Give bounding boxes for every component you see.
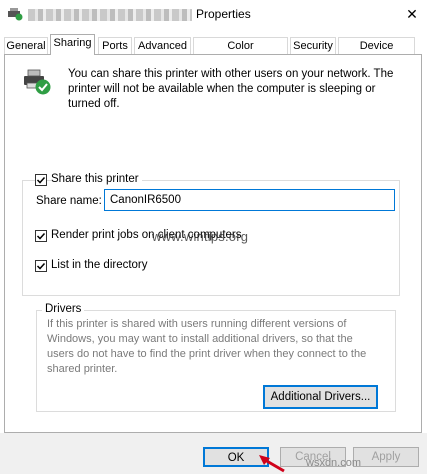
share-name-label: Share name:: [36, 195, 102, 207]
tab-device-settings[interactable]: Device Settings: [338, 37, 415, 69]
close-icon: ✕: [406, 6, 418, 22]
render-jobs-checkbox[interactable]: [35, 230, 47, 242]
close-button[interactable]: ✕: [403, 5, 421, 23]
window-title: Properties: [196, 7, 251, 21]
share-name-input[interactable]: CanonIR6500: [104, 189, 395, 211]
printer-share-icon: [8, 8, 23, 21]
apply-button[interactable]: Apply: [353, 447, 419, 467]
tab-security[interactable]: Security: [290, 37, 336, 54]
tab-sharing[interactable]: Sharing: [50, 34, 95, 55]
drivers-description: If this printer is shared with users run…: [47, 318, 367, 375]
sharing-info-text: You can share this printer with other us…: [68, 68, 394, 110]
corner-watermark: wsxdn.com: [306, 457, 362, 469]
tab-advanced[interactable]: Advanced: [134, 37, 191, 54]
arrow-icon: [259, 455, 285, 473]
checkmark-icon: [36, 262, 46, 270]
checkmark-icon: [36, 176, 46, 184]
list-directory-label: List in the directory: [51, 259, 148, 271]
tab-general[interactable]: General: [4, 37, 48, 54]
share-printer-checkbox[interactable]: [35, 174, 47, 186]
tab-ports[interactable]: Ports: [98, 37, 132, 54]
watermark-text: www.wintips.org: [152, 229, 249, 244]
printer-share-icon: [24, 69, 51, 95]
share-printer-label: Share this printer: [51, 173, 142, 185]
tab-color-management[interactable]: Color Management: [193, 37, 288, 69]
title-bar: Properties ✕: [0, 0, 427, 29]
drivers-group-title: Drivers: [42, 303, 85, 315]
list-directory-checkbox[interactable]: [35, 260, 47, 272]
checkmark-icon: [36, 232, 46, 240]
additional-drivers-button[interactable]: Additional Drivers...: [263, 385, 378, 409]
blurred-printer-name: [28, 9, 192, 21]
tab-strip: General Sharing Ports Advanced Color Man…: [4, 34, 423, 69]
